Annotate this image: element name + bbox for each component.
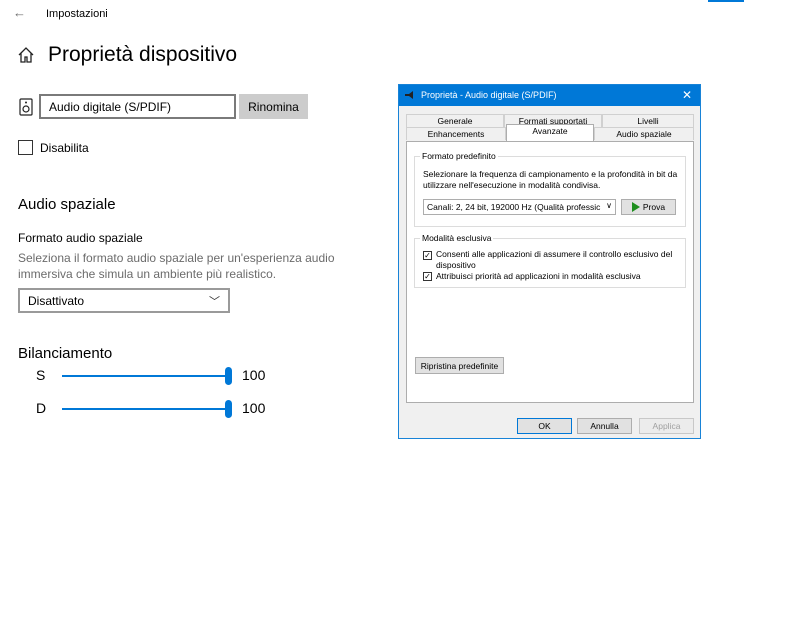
right-slider-track[interactable] xyxy=(62,408,228,410)
check-icon: ✓ xyxy=(424,251,431,260)
tab-enhancements[interactable]: Enhancements xyxy=(406,127,506,140)
left-slider-track[interactable] xyxy=(62,375,228,377)
right-channel-value: 100 xyxy=(242,400,266,416)
right-channel-label: D xyxy=(36,400,47,416)
play-icon xyxy=(631,202,640,212)
back-arrow-icon[interactable]: ← xyxy=(13,5,26,20)
page-title: Proprietà dispositivo xyxy=(48,43,238,66)
tab-avanzate[interactable]: Avanzate xyxy=(506,124,594,141)
disable-label: Disabilita xyxy=(40,141,89,155)
default-format-description: Selezionare la frequenza di campionament… xyxy=(423,169,678,190)
speaker-small-icon xyxy=(405,91,413,99)
apply-button[interactable]: Applica xyxy=(639,418,694,434)
home-icon[interactable] xyxy=(17,46,35,64)
speaker-icon xyxy=(19,98,33,116)
default-format-title: Formato predefinito xyxy=(420,151,498,161)
tab-generale[interactable]: Generale xyxy=(406,114,504,127)
tab-livelli[interactable]: Livelli xyxy=(602,114,694,127)
properties-dialog: Proprietà - Audio digitale (S/PDIF) ✕ Ge… xyxy=(398,84,701,439)
exclusive-mode-group: Modalità esclusiva ✓ Consenti alle appli… xyxy=(414,233,686,288)
exclusive-control-label[interactable]: Consenti alle applicazioni di assumere i… xyxy=(436,249,681,271)
spatial-audio-heading: Audio spaziale xyxy=(18,196,116,213)
dropdown-selected-value: Disattivato xyxy=(28,294,85,308)
rename-button[interactable]: Rinomina xyxy=(239,94,308,119)
tab-audio-spaziale[interactable]: Audio spaziale xyxy=(594,127,694,140)
chevron-down-icon: ∨ xyxy=(606,201,612,210)
accent-strip xyxy=(708,0,744,2)
ok-button[interactable]: OK xyxy=(517,418,572,434)
cancel-button[interactable]: Annulla xyxy=(577,418,632,434)
device-name-input[interactable] xyxy=(39,94,236,119)
spatial-help-text: Seleziona il formato audio spaziale per … xyxy=(18,251,335,281)
balance-heading: Bilanciamento xyxy=(18,345,113,362)
dialog-titlebar[interactable]: Proprietà - Audio digitale (S/PDIF) ✕ xyxy=(399,85,700,106)
default-format-group: Formato predefinito Selezionare la frequ… xyxy=(414,151,686,227)
restore-defaults-button[interactable]: Ripristina predefinite xyxy=(415,357,504,374)
spatial-format-dropdown[interactable]: Disattivato ﹀ xyxy=(18,288,230,313)
dialog-title: Proprietà - Audio digitale (S/PDIF) xyxy=(421,90,557,100)
left-channel-label: S xyxy=(36,367,46,383)
exclusive-priority-checkbox[interactable]: ✓ xyxy=(423,272,432,281)
check-icon: ✓ xyxy=(424,272,431,281)
disable-checkbox[interactable] xyxy=(18,140,33,155)
close-icon[interactable]: ✕ xyxy=(682,88,692,102)
default-format-select[interactable]: Canali: 2, 24 bit, 192000 Hz (Qualità pr… xyxy=(423,199,616,215)
test-button[interactable]: Prova xyxy=(621,199,676,215)
exclusive-priority-label[interactable]: Attribuisci priorità ad applicazioni in … xyxy=(436,271,681,282)
advanced-tab-panel: Formato predefinito Selezionare la frequ… xyxy=(406,141,694,403)
exclusive-control-checkbox[interactable]: ✓ xyxy=(423,251,432,260)
test-button-label: Prova xyxy=(642,202,666,212)
app-title: Impostazioni xyxy=(46,8,108,20)
left-channel-value: 100 xyxy=(242,367,266,383)
chevron-down-icon: ﹀ xyxy=(209,296,220,308)
default-format-selected: Canali: 2, 24 bit, 192000 Hz (Qualità pr… xyxy=(427,202,601,212)
spatial-format-label: Formato audio spaziale xyxy=(18,231,143,245)
left-slider-thumb[interactable] xyxy=(224,367,232,385)
title-bar: ← Impostazioni xyxy=(0,0,800,28)
right-slider-thumb[interactable] xyxy=(224,400,232,418)
exclusive-mode-title: Modalità esclusiva xyxy=(420,233,494,243)
